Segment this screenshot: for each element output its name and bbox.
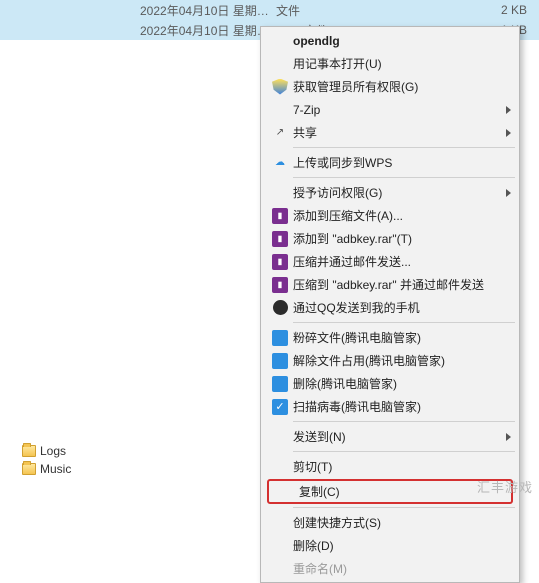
watermark: 汇丰游戏 xyxy=(477,477,533,496)
menu-item-open-notepad[interactable]: 用记事本打开(U) xyxy=(263,52,517,75)
guanjia-icon xyxy=(267,374,293,394)
blank-icon xyxy=(273,482,299,502)
menu-item-label: 共享 xyxy=(293,124,499,141)
menu-header: opendlg xyxy=(263,29,517,52)
menu-separator xyxy=(293,507,515,508)
file-date: 2022年04月10日 星期… xyxy=(140,22,270,39)
menu-item-label: 7-Zip xyxy=(293,103,499,117)
tree-label: Logs xyxy=(40,444,66,458)
menu-item-qq-phone[interactable]: 通过QQ发送到我的手机 xyxy=(263,296,517,319)
chevron-right-icon xyxy=(506,189,511,197)
tree-item-logs[interactable]: Logs xyxy=(0,442,240,460)
menu-separator xyxy=(293,322,515,323)
menu-separator xyxy=(293,421,515,422)
menu-item-copy[interactable]: 复制(C) xyxy=(269,481,511,502)
menu-item-scan-virus[interactable]: ✓扫描病毒(腾讯电脑管家) xyxy=(263,395,517,418)
menu-item-label: 解除文件占用(腾讯电脑管家) xyxy=(293,352,499,369)
share-icon: ↗ xyxy=(267,123,293,143)
blank-icon xyxy=(267,183,293,203)
menu-item-compress-to-mail[interactable]: ▮压缩到 "adbkey.rar" 并通过邮件发送 xyxy=(263,273,517,296)
file-row[interactable]: 2022年04月10日 星期… 文件 2 KB xyxy=(0,0,539,20)
tree-label: Music xyxy=(40,462,71,476)
menu-item-send-to[interactable]: 发送到(N) xyxy=(263,425,517,448)
blank-icon xyxy=(267,536,293,556)
folder-icon xyxy=(22,463,36,475)
folder-tree: Logs Music xyxy=(0,442,240,478)
menu-item-add-archive[interactable]: ▮添加到压缩文件(A)... xyxy=(263,204,517,227)
folder-icon xyxy=(22,445,36,457)
file-type: 文件 xyxy=(276,2,336,19)
blank-icon xyxy=(267,457,293,477)
chevron-right-icon xyxy=(506,433,511,441)
menu-item-compress-mail[interactable]: ▮压缩并通过邮件发送... xyxy=(263,250,517,273)
menu-item-create-shortcut[interactable]: 创建快捷方式(S) xyxy=(263,511,517,534)
menu-item-label: 添加到压缩文件(A)... xyxy=(293,207,499,224)
menu-item-label: 压缩到 "adbkey.rar" 并通过邮件发送 xyxy=(293,276,499,293)
menu-item-delete-guanjia[interactable]: 删除(腾讯电脑管家) xyxy=(263,372,517,395)
menu-item-label: 发送到(N) xyxy=(293,428,499,445)
menu-item-label: 获取管理员所有权限(G) xyxy=(293,78,499,95)
shield-icon xyxy=(267,77,293,97)
guanjia-icon xyxy=(267,351,293,371)
guanjia-icon xyxy=(267,328,293,348)
menu-item-shred[interactable]: 粉碎文件(腾讯电脑管家) xyxy=(263,326,517,349)
menu-separator xyxy=(293,177,515,178)
menu-item-grant-access[interactable]: 授予访问权限(G) xyxy=(263,181,517,204)
menu-item-upload-wps[interactable]: ☁上传或同步到WPS xyxy=(263,151,517,174)
menu-item-label: 创建快捷方式(S) xyxy=(293,514,499,531)
menu-item-label: 重命名(M) xyxy=(293,560,499,577)
menu-item-label: 剪切(T) xyxy=(293,458,499,475)
menu-item-delete[interactable]: 删除(D) xyxy=(263,534,517,557)
chevron-right-icon xyxy=(506,106,511,114)
menu-item-label: 添加到 "adbkey.rar"(T) xyxy=(293,230,499,247)
blank-icon xyxy=(267,54,293,74)
blank-icon xyxy=(267,559,293,579)
cloud-icon: ☁ xyxy=(267,153,293,173)
archive-icon: ▮ xyxy=(267,229,293,249)
menu-item-7zip[interactable]: 7-Zip xyxy=(263,98,517,121)
menu-item-label: 通过QQ发送到我的手机 xyxy=(293,299,499,316)
menu-item-label: 压缩并通过邮件发送... xyxy=(293,253,499,270)
menu-item-cut[interactable]: 剪切(T) xyxy=(263,455,517,478)
context-menu: opendlg 用记事本打开(U)获取管理员所有权限(G)7-Zip↗共享☁上传… xyxy=(260,26,520,583)
blank-icon xyxy=(267,31,293,51)
archive-icon: ▮ xyxy=(267,275,293,295)
menu-item-add-to-rar[interactable]: ▮添加到 "adbkey.rar"(T) xyxy=(263,227,517,250)
menu-item-label: 删除(腾讯电脑管家) xyxy=(293,375,499,392)
menu-item-label: 扫描病毒(腾讯电脑管家) xyxy=(293,398,499,415)
file-size: 2 KB xyxy=(342,3,535,17)
menu-item-rename: 重命名(M) xyxy=(263,557,517,580)
menu-item-share[interactable]: ↗共享 xyxy=(263,121,517,144)
menu-separator xyxy=(293,451,515,452)
tree-item-music[interactable]: Music xyxy=(0,460,240,478)
menu-header-label: opendlg xyxy=(293,34,499,48)
menu-item-label: 粉碎文件(腾讯电脑管家) xyxy=(293,329,499,346)
archive-icon: ▮ xyxy=(267,206,293,226)
file-date: 2022年04月10日 星期… xyxy=(140,2,270,19)
blank-icon xyxy=(267,427,293,447)
archive-icon: ▮ xyxy=(267,252,293,272)
chevron-right-icon xyxy=(506,129,511,137)
menu-item-label: 用记事本打开(U) xyxy=(293,55,499,72)
qq-icon xyxy=(267,298,293,318)
menu-item-label: 上传或同步到WPS xyxy=(293,154,499,171)
menu-item-unlock-file[interactable]: 解除文件占用(腾讯电脑管家) xyxy=(263,349,517,372)
scan-icon: ✓ xyxy=(267,397,293,417)
blank-icon xyxy=(267,100,293,120)
menu-item-label: 删除(D) xyxy=(293,537,499,554)
menu-item-label: 复制(C) xyxy=(299,483,493,500)
menu-separator xyxy=(293,147,515,148)
blank-icon xyxy=(267,513,293,533)
menu-item-admin-priv[interactable]: 获取管理员所有权限(G) xyxy=(263,75,517,98)
menu-item-label: 授予访问权限(G) xyxy=(293,184,499,201)
